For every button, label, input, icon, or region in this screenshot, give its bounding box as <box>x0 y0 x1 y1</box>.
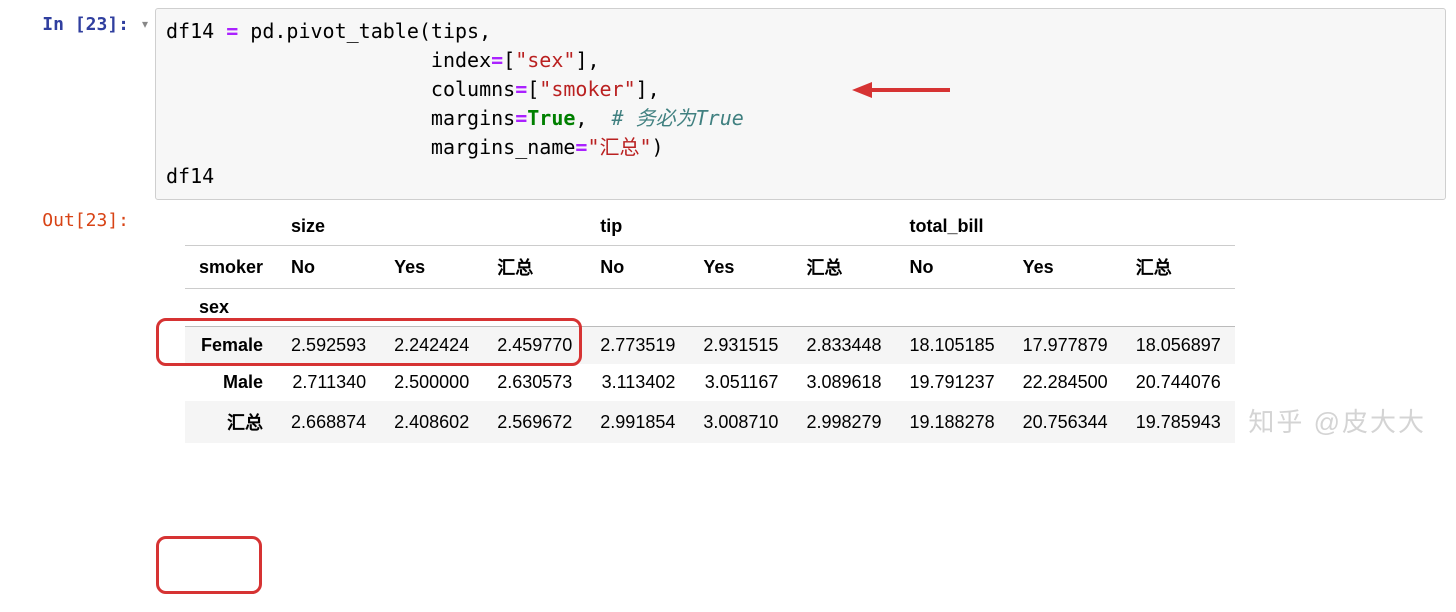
cell: 3.051167 <box>689 364 792 401</box>
cell: 22.284500 <box>1009 364 1122 401</box>
smoker-header: Yes <box>689 246 792 289</box>
header-row-smoker: smoker No Yes 汇总 No Yes 汇总 No Yes 汇总 <box>185 246 1235 289</box>
cell: 2.408602 <box>380 401 483 443</box>
cell: 17.977879 <box>1009 327 1122 365</box>
cell: 3.089618 <box>792 364 895 401</box>
smoker-header: No <box>896 246 1009 289</box>
header-blank <box>1122 208 1235 246</box>
cell: 2.991854 <box>586 401 689 443</box>
row-index: Male <box>185 364 277 401</box>
cell: 2.630573 <box>483 364 586 401</box>
cell: 2.592593 <box>277 327 380 365</box>
smoker-label: smoker <box>185 246 277 289</box>
cell: 20.744076 <box>1122 364 1235 401</box>
cell: 19.785943 <box>1122 401 1235 443</box>
smoker-header: 汇总 <box>1122 246 1235 289</box>
header-blank <box>380 208 483 246</box>
header-tip: tip <box>586 208 689 246</box>
cell: 3.113402 <box>586 364 689 401</box>
cell: 2.773519 <box>586 327 689 365</box>
cell: 18.105185 <box>896 327 1009 365</box>
cell-collapser[interactable]: ▾ <box>135 8 155 31</box>
header-row-top: size tip total_bill <box>185 208 1235 246</box>
output-cell: Out[23]: size tip total_bill smoker <box>10 204 1446 451</box>
table-row: 汇总 2.668874 2.408602 2.569672 2.991854 3… <box>185 401 1235 443</box>
cell: 2.931515 <box>689 327 792 365</box>
header-blank <box>1009 208 1122 246</box>
smoker-header: No <box>586 246 689 289</box>
header-blank <box>792 208 895 246</box>
code-editor[interactable]: df14 = pd.pivot_table(tips, index=["sex"… <box>155 8 1446 200</box>
smoker-header: Yes <box>380 246 483 289</box>
smoker-header: Yes <box>1009 246 1122 289</box>
cell: 2.500000 <box>380 364 483 401</box>
cell: 20.756344 <box>1009 401 1122 443</box>
sex-label: sex <box>185 289 277 327</box>
row-index: 汇总 <box>185 401 277 443</box>
table-row: Male 2.711340 2.500000 2.630573 3.113402… <box>185 364 1235 401</box>
cell: 2.569672 <box>483 401 586 443</box>
header-blank <box>185 208 277 246</box>
smoker-header: 汇总 <box>483 246 586 289</box>
cell: 2.998279 <box>792 401 895 443</box>
cell: 2.711340 <box>277 364 380 401</box>
cell: 19.188278 <box>896 401 1009 443</box>
table-row: Female 2.592593 2.242424 2.459770 2.7735… <box>185 327 1235 365</box>
input-prompt: In [23]: <box>10 8 135 35</box>
smoker-header: 汇总 <box>792 246 895 289</box>
header-size: size <box>277 208 380 246</box>
cell: 2.668874 <box>277 401 380 443</box>
row-index: Female <box>185 327 277 365</box>
highlight-box-margin-row <box>156 536 262 594</box>
cell: 2.459770 <box>483 327 586 365</box>
output-prompt: Out[23]: <box>10 204 135 231</box>
cell: 18.056897 <box>1122 327 1235 365</box>
cell: 19.791237 <box>896 364 1009 401</box>
cell: 3.008710 <box>689 401 792 443</box>
header-blank <box>689 208 792 246</box>
dataframe-table: size tip total_bill smoker No Yes 汇总 No <box>185 208 1235 443</box>
cell: 2.242424 <box>380 327 483 365</box>
cell: 2.833448 <box>792 327 895 365</box>
header-row-sex: sex <box>185 289 1235 327</box>
header-blank <box>483 208 586 246</box>
input-cell: In [23]: ▾ df14 = pd.pivot_table(tips, i… <box>10 8 1446 200</box>
header-total-bill: total_bill <box>896 208 1009 246</box>
watermark: 知乎 @皮大大 <box>1248 402 1426 439</box>
smoker-header: No <box>277 246 380 289</box>
